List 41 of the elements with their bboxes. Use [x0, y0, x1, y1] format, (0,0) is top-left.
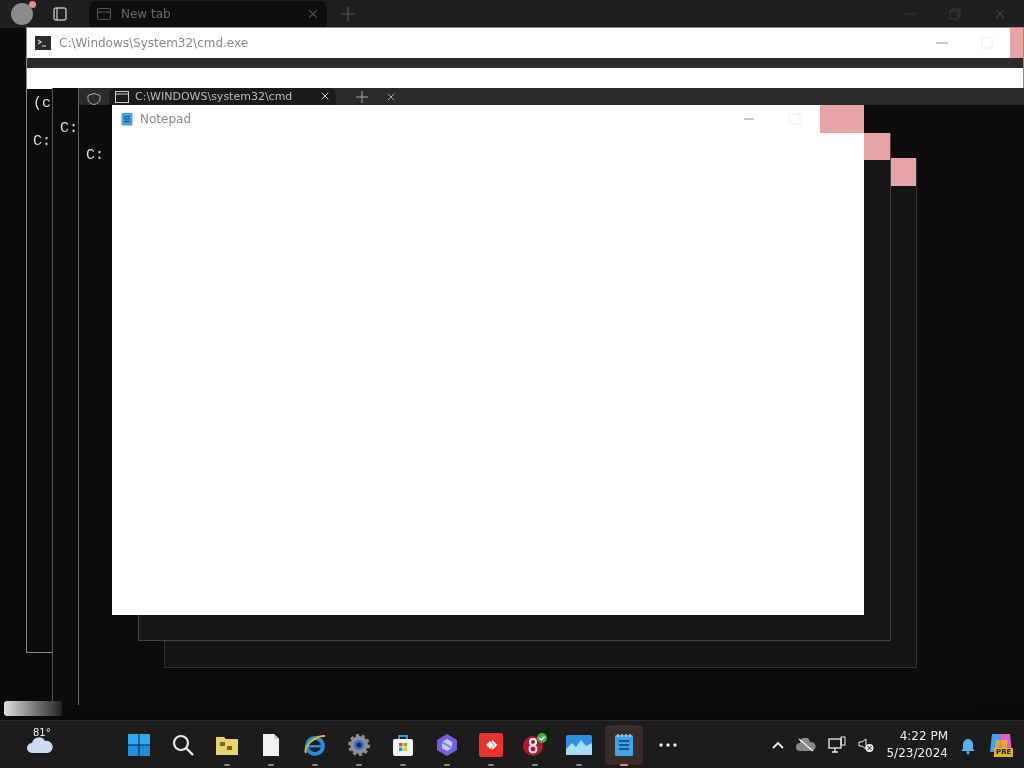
remote-desktop-icon: [479, 733, 503, 757]
terminal-tab[interactable]: C:\WINDOWS\system32\cmd: [109, 88, 336, 105]
console-icon: [115, 91, 129, 103]
cloud-off-icon[interactable]: [796, 738, 817, 752]
window-title: Notepad: [140, 112, 191, 126]
console-text: (c: [33, 96, 51, 112]
console-text: C:: [60, 121, 78, 137]
folder-icon: [215, 734, 239, 756]
profile-avatar[interactable]: [11, 3, 33, 25]
new-tab-icon[interactable]: [356, 91, 368, 103]
windows-logo-icon: [127, 733, 151, 757]
temperature-text: 81°: [33, 727, 51, 738]
network-icon[interactable]: [828, 736, 847, 754]
numbered-badge-icon: [522, 732, 548, 758]
more-icon: [659, 743, 677, 747]
browser-e-icon: [303, 733, 327, 757]
console-text: C:: [86, 148, 104, 164]
shopping-bag-icon: [391, 733, 415, 757]
chevron-up-icon[interactable]: [772, 741, 785, 749]
console-icon: [35, 36, 51, 50]
document-icon: [262, 733, 280, 757]
time-text: 4:22 PM: [899, 728, 948, 745]
page-icon: [97, 8, 111, 20]
browser-tab[interactable]: New tab: [89, 1, 327, 27]
cloud-icon[interactable]: [26, 736, 54, 754]
tab-actions-icon[interactable]: [53, 7, 67, 21]
window-title: C:\Windows\System32\cmd.exe: [59, 36, 249, 50]
gear-icon: [347, 733, 371, 757]
clock[interactable]: 4:22 PM 5/23/2024: [886, 728, 948, 762]
bell-icon[interactable]: [960, 736, 976, 754]
date-text: 5/23/2024: [886, 745, 948, 762]
search-icon: [171, 733, 195, 757]
console-text: C:: [33, 134, 51, 150]
shield-icon: [87, 93, 101, 105]
close-button[interactable]: [890, 158, 916, 186]
photos-icon: [566, 735, 592, 755]
speaker-muted-icon[interactable]: [858, 737, 875, 753]
notepad-icon: [614, 733, 634, 757]
copilot-logo-icon[interactable]: [988, 732, 1014, 754]
hexagon-logo-icon: [435, 733, 459, 757]
notepad-icon: [121, 111, 133, 127]
